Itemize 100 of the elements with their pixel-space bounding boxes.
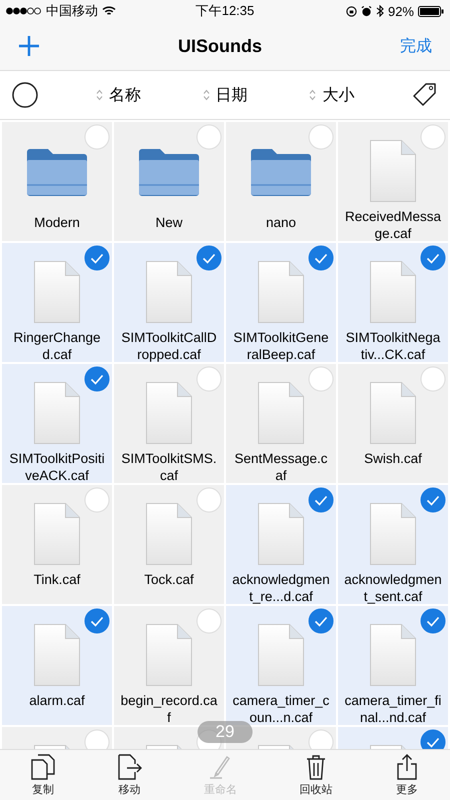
file-tile[interactable]: SentMessage.caf <box>226 364 336 483</box>
file-icon <box>258 382 304 444</box>
folder-title: UISounds <box>178 36 262 56</box>
bluetooth-icon <box>376 5 384 17</box>
file-icon <box>146 503 192 565</box>
file-icon <box>146 261 192 323</box>
file-name: New <box>154 214 184 231</box>
checkbox[interactable] <box>196 487 222 513</box>
sort-arrows-icon <box>309 89 316 101</box>
file-tile[interactable]: RingerChanged.caf <box>2 243 112 362</box>
file-name: SIMToolkitPositiveACK.caf <box>8 450 106 484</box>
checked-checkbox[interactable] <box>308 608 334 634</box>
file-tile[interactable]: Modern <box>2 122 112 241</box>
file-icon <box>258 261 304 323</box>
file-tile[interactable]: nano <box>226 122 336 241</box>
checkbox[interactable] <box>84 487 110 513</box>
file-tile[interactable]: begin_record.caf <box>114 606 224 725</box>
battery-icon <box>418 6 444 16</box>
file-tile[interactable]: New <box>114 122 224 241</box>
checkbox[interactable] <box>420 124 446 150</box>
toolbar-button[interactable]: 移动 <box>110 752 150 798</box>
file-icon <box>370 140 416 202</box>
file-name: Modern <box>33 214 81 231</box>
file-name: SIMToolkitSMS.caf <box>120 450 218 484</box>
file-name: acknowledgment_re...d.caf <box>232 571 330 605</box>
file-icon <box>370 261 416 323</box>
file-icon <box>370 503 416 565</box>
folder-icon <box>26 148 88 196</box>
file-tile[interactable]: ReceivedMessage.caf <box>338 122 448 241</box>
status-time: 下午12:35 <box>196 2 254 20</box>
file-icon <box>258 503 304 565</box>
file-icon <box>34 382 80 444</box>
checked-checkbox[interactable] <box>84 366 110 392</box>
checked-checkbox[interactable] <box>84 608 110 634</box>
tag-icon[interactable] <box>412 82 438 108</box>
checkbox[interactable] <box>308 366 334 392</box>
checked-checkbox[interactable] <box>308 487 334 513</box>
checkbox[interactable] <box>196 366 222 392</box>
checked-checkbox[interactable] <box>420 487 446 513</box>
file-tile[interactable]: SIMToolkitCallDropped.caf <box>114 243 224 362</box>
checked-checkbox[interactable] <box>84 245 110 271</box>
file-name: SIMToolkitCallDropped.caf <box>120 329 218 363</box>
file-name: alarm.caf <box>28 692 86 709</box>
rotation-lock-icon <box>346 6 357 16</box>
sort-button[interactable]: 名称 <box>92 80 145 110</box>
checkbox[interactable] <box>308 124 334 150</box>
file-name: nano <box>264 214 298 231</box>
file-tile[interactable]: SIMToolkitSMS.caf <box>114 364 224 483</box>
file-icon <box>146 624 192 686</box>
toolbar-button[interactable]: 复制 <box>23 752 64 798</box>
checked-checkbox[interactable] <box>420 245 446 271</box>
carrier-name: 中国移动 <box>46 2 98 20</box>
share-icon <box>394 754 419 780</box>
sort-button[interactable]: 日期 <box>198 80 252 110</box>
file-tile[interactable]: SIMToolkitGeneralBeep.caf <box>226 243 336 362</box>
file-name: Swish.caf <box>363 450 423 467</box>
file-tile[interactable]: Swish.caf <box>338 364 448 483</box>
select-all-checkbox[interactable] <box>12 82 38 108</box>
sort-button[interactable]: 大小 <box>305 80 358 110</box>
checkbox[interactable] <box>420 366 446 392</box>
checkbox[interactable] <box>84 124 110 150</box>
file-name: SIMToolkitGeneralBeep.caf <box>232 329 330 363</box>
selection-count-toast: 29 <box>198 721 252 743</box>
toolbar-button[interactable]: 更多 <box>386 752 427 798</box>
file-tile[interactable]: SIMToolkitNegativ...CK.caf <box>338 243 448 362</box>
file-icon <box>370 382 416 444</box>
file-tile[interactable]: acknowledgment_re...d.caf <box>226 485 336 604</box>
checkbox[interactable] <box>196 608 222 634</box>
file-tile[interactable]: acknowledgment_sent.caf <box>338 485 448 604</box>
checked-checkbox[interactable] <box>420 729 446 749</box>
checkbox[interactable] <box>84 729 110 749</box>
wifi-icon <box>102 6 116 16</box>
file-name: SIMToolkitNegativ...CK.caf <box>344 329 442 363</box>
done-button[interactable]: 完成 <box>396 32 436 60</box>
checked-checkbox[interactable] <box>420 608 446 634</box>
plus-icon <box>18 35 40 57</box>
file-icon <box>34 503 80 565</box>
file-tile[interactable]: alarm.caf <box>2 606 112 725</box>
file-tile[interactable]: Tock.caf <box>114 485 224 604</box>
file-name: Tock.caf <box>143 571 195 588</box>
file-name: ReceivedMessage.caf <box>344 208 442 242</box>
file-tile[interactable]: camera_timer_coun...n.caf <box>226 606 336 725</box>
checked-checkbox[interactable] <box>196 245 222 271</box>
file-tile[interactable]: Tink.caf <box>2 485 112 604</box>
sort-arrows-icon <box>202 89 210 101</box>
file-tile[interactable]: SIMToolkitPositiveACK.caf <box>2 364 112 483</box>
toolbar-button[interactable]: 回收站 <box>291 752 340 798</box>
file-icon <box>34 624 80 686</box>
alarm-icon <box>360 6 372 16</box>
file-tile[interactable]: camera_timer_final...nd.caf <box>338 606 448 725</box>
checkbox[interactable] <box>196 124 222 150</box>
pen-icon <box>208 754 232 780</box>
signal-icon <box>6 7 42 15</box>
checkbox[interactable] <box>308 729 334 749</box>
folder-icon <box>250 148 312 196</box>
file-icon <box>146 382 192 444</box>
file-name: RingerChanged.caf <box>12 329 102 363</box>
checked-checkbox[interactable] <box>308 245 334 271</box>
move-file-icon <box>118 754 142 780</box>
file-name: Tink.caf <box>32 571 82 588</box>
